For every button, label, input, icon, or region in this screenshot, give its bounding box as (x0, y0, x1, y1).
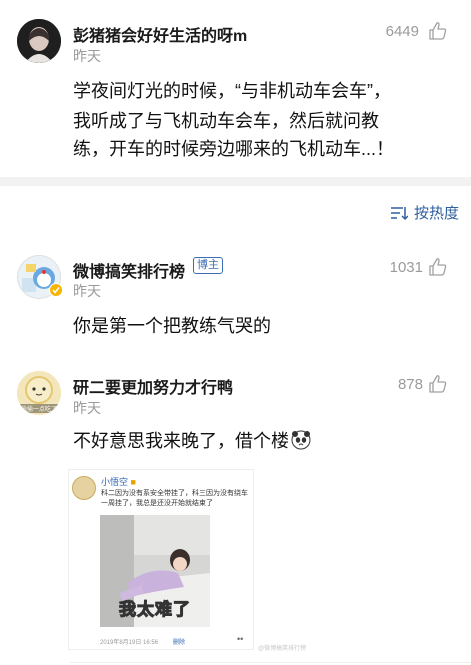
embedded-delete-link: 删除 (173, 640, 186, 646)
like-count: 878 (397, 376, 423, 393)
comment-text: 你是第一个把教练气哭的 (73, 316, 271, 336)
post-text-line-1: 学夜间灯光的时候，“与非机动车会车”， (73, 81, 391, 101)
main-post: 彭猪猪会好好生活的呀m 昨天 6449 学夜间灯光的时候，“与非机动车会车”， … (0, 0, 471, 177)
sort-label: 按热度 (413, 205, 459, 222)
thumbs-up-icon[interactable] (428, 21, 448, 41)
avatar-caption: 偷偷一点吃了 (17, 404, 61, 413)
embedded-caption: 我太难了 (119, 600, 191, 620)
username[interactable]: 微博搞笑排行榜 (73, 258, 185, 282)
timestamp: 昨天 (73, 283, 101, 299)
embedded-avatar (72, 476, 96, 500)
divider (70, 662, 471, 663)
embedded-username: 小悟空 ■ (101, 477, 136, 487)
comment-image[interactable]: 小悟空 ■ 科二因为没有系安全带挂了，科三因为没有绕车一周挂了，我总是还没开始就… (68, 469, 254, 650)
post-text-line-3: 练，开车的时候旁边哪来的飞机动车...！ (73, 139, 395, 159)
section-divider (0, 177, 471, 186)
thumbs-up-icon[interactable] (428, 374, 448, 394)
comment-text: 不好意思我来晚了，借个楼 (73, 427, 311, 455)
embedded-date: 2019年8月19日 16:56 (100, 640, 159, 646)
embedded-text: 科二因为没有系安全带挂了，科三因为没有绕车一周挂了，我总是还没开始就结束了 (101, 490, 248, 507)
blogger-badge: 博主 (193, 257, 223, 274)
post-text-line-2: 我听成了与飞机动车会车，然后就问教 (73, 111, 379, 131)
thumbs-up-icon[interactable] (428, 257, 448, 277)
tiger-emoji-icon: ■ (130, 477, 136, 487)
avatar[interactable]: 偷偷一点吃了 (17, 371, 61, 415)
embedded-photo: 我太难了 (100, 515, 210, 627)
avatar[interactable] (17, 19, 61, 63)
username[interactable]: 彭猪猪会好好生活的呀m (73, 22, 247, 46)
username[interactable]: 研二要更加努力才行鸭 (73, 374, 233, 398)
panda-emoji-icon (291, 430, 311, 450)
sort-icon (390, 206, 408, 220)
comment-text-body: 不好意思我来晚了，借个楼 (73, 431, 289, 451)
like-count: 1031 (389, 259, 423, 276)
watermark: @微博搞笑排行榜 (258, 646, 307, 652)
comment-item: 微博搞笑排行榜 博主 昨天 1031 你是第一个把教练气哭的 (0, 240, 471, 350)
verified-icon (49, 283, 63, 297)
timestamp: 昨天 (73, 400, 101, 416)
like-count: 6449 (385, 23, 419, 40)
sort-by-hot-button[interactable]: 按热度 (390, 202, 459, 223)
embedded-more-icon: •• (237, 634, 244, 644)
timestamp: 昨天 (73, 48, 101, 64)
